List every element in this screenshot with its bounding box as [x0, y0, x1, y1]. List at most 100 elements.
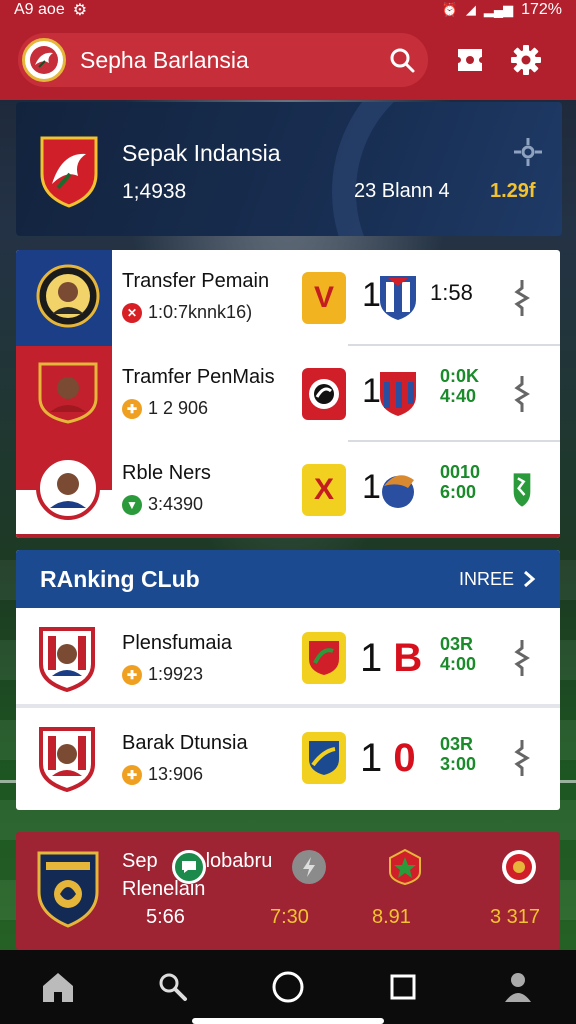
star-badge-icon[interactable] [386, 848, 424, 886]
hero-card[interactable]: Sepak Indansia 1;4938 23 Blann 4 1.29f [16, 102, 562, 236]
ranking-score: 1 B [360, 636, 422, 681]
recents-square-icon[interactable] [373, 957, 433, 1017]
match-value: 8.91 [372, 906, 411, 928]
match-value: 3 317 [490, 906, 541, 928]
transfer-name: Transfer Pemain [122, 270, 270, 292]
transfer-info: ✚ 1 2 906 [122, 398, 208, 419]
club-info: ✚ 13:906 [122, 764, 203, 785]
club-shield-icon [380, 372, 416, 416]
plus-icon: ✚ [122, 398, 142, 419]
player-avatar [39, 627, 95, 692]
player-avatar [36, 264, 100, 328]
club-name: Barak Dtunsia [122, 732, 248, 754]
row-accent [16, 534, 560, 538]
cancel-icon: ✕ [122, 302, 142, 323]
transfer-name: Tramfer PenMais [122, 366, 275, 388]
club-emblem-icon[interactable] [500, 848, 538, 886]
profile-icon[interactable] [488, 957, 548, 1017]
club-crest-icon [40, 136, 98, 208]
battery-level: 172% [521, 1, 562, 18]
club-detail: 1:9923 [148, 664, 204, 684]
transfer-row[interactable]: Transfer Pemain ✕ 1:0:7knnk16) V 1 1:58 [16, 250, 560, 346]
player-avatar [39, 727, 95, 792]
ranking-header: RAnking CLub INREE [16, 550, 560, 608]
chat-icon[interactable] [172, 850, 206, 884]
download-icon: ▼ [122, 494, 142, 515]
club-name: Plensfumaia [122, 632, 233, 654]
plus-icon: ✚ [122, 764, 142, 785]
club-shield-icon [309, 641, 339, 675]
club-emblem-icon [309, 379, 339, 409]
search-icon[interactable] [380, 38, 424, 82]
match-title-start: Sep [122, 850, 158, 872]
hero-value: 1.29f [490, 180, 536, 202]
match-card[interactable]: Sep lobabru Rlenelain 5:66 7:30 8.91 3 31… [16, 832, 560, 950]
transfer-detail: 1:0:7knnk16) [148, 302, 253, 322]
more-options-icon[interactable] [512, 638, 532, 678]
ranking-title: RAnking CLub [40, 565, 200, 592]
transfer-row[interactable]: Tramfer PenMais ✚ 1 2 906 1 0:0K 4:40 [16, 346, 560, 442]
club-badge [302, 632, 346, 684]
ranking-card: RAnking CLub INREE Plensfumaia ✚ 1:9923 [16, 550, 560, 810]
home-indicator[interactable] [192, 1018, 384, 1024]
transfer-name: Rble Ners [122, 462, 211, 484]
search-bar[interactable]: Sepha Barlansia [18, 33, 428, 87]
match-title-end: lobabru [205, 850, 273, 872]
transfer-time: 1:58 [430, 280, 473, 305]
score-digit: 1 [360, 736, 383, 780]
club-shield-icon [380, 276, 416, 320]
settings-gear-icon[interactable] [498, 32, 554, 88]
see-more-label: INREE [458, 568, 514, 589]
hero-decoration [332, 102, 562, 236]
hero-stat: 23 Blann 4 [354, 180, 450, 202]
notification-icon: ⚙ [72, 2, 88, 19]
app-title: Sepha Barlansia [80, 46, 249, 73]
status-time: A9 aoe [14, 1, 65, 18]
transfer-time: 0:0K 4:40 [440, 366, 480, 406]
eagle-icon [30, 46, 58, 74]
match-value: 5:66 [146, 906, 185, 928]
club-badge: X [302, 464, 346, 516]
club-emblem-icon [382, 475, 414, 508]
score-digit: 1 [360, 636, 383, 680]
see-more-link[interactable]: INREE [459, 569, 536, 590]
hero-count: 1;4938 [122, 180, 187, 203]
transfer-detail: 1 2 906 [148, 398, 209, 418]
badge-letter: V [313, 281, 334, 314]
app-logo [22, 38, 66, 82]
hero-title: Sepak Indansia [122, 140, 281, 166]
home-icon[interactable] [28, 957, 88, 1017]
club-badge [302, 732, 346, 784]
more-options-icon[interactable] [512, 278, 532, 318]
transfer-info: ▼ 3:4390 [122, 494, 203, 515]
ticket-icon[interactable] [442, 32, 498, 88]
club-shield-icon [309, 741, 339, 775]
club-shield-icon [513, 473, 531, 507]
transfer-time: 0010 6:00 [440, 462, 481, 502]
match-value: 7:30 [270, 906, 309, 928]
player-avatar [38, 362, 98, 424]
share-icon[interactable] [512, 136, 544, 168]
ranking-score: 1 0 [360, 736, 416, 781]
score-highlight: B [393, 636, 423, 680]
club-badge [302, 368, 346, 420]
more-options-icon[interactable] [512, 738, 532, 778]
transfer-detail: 3:4390 [148, 494, 204, 514]
home-circle-icon[interactable] [258, 957, 318, 1017]
score-highlight: 0 [393, 736, 416, 780]
club-time: 03R 3:00 [440, 734, 477, 774]
lightning-icon[interactable] [292, 850, 326, 884]
club-info: ✚ 1:9923 [122, 664, 203, 685]
plus-icon: ✚ [122, 664, 142, 685]
more-options-icon[interactable] [512, 374, 532, 414]
ranking-row[interactable]: Plensfumaia ✚ 1:9923 1 B 03R 4:00 [16, 610, 560, 708]
player-avatar [36, 456, 100, 520]
alarm-icon: ⏰ [441, 2, 458, 17]
search-icon[interactable] [143, 957, 203, 1017]
signal-icon: ▂▄▆ [483, 2, 514, 17]
ranking-row[interactable]: Barak Dtunsia ✚ 13:906 1 0 03R 3:00 [16, 710, 560, 808]
app-bar: Sepha Barlansia [0, 20, 576, 100]
transfer-row[interactable]: Rble Ners ▼ 3:4390 X 1 0010 6:00 [16, 442, 560, 538]
transfer-list-card: Transfer Pemain ✕ 1:0:7knnk16) V 1 1:58 … [16, 250, 560, 538]
row-divider [16, 704, 560, 708]
